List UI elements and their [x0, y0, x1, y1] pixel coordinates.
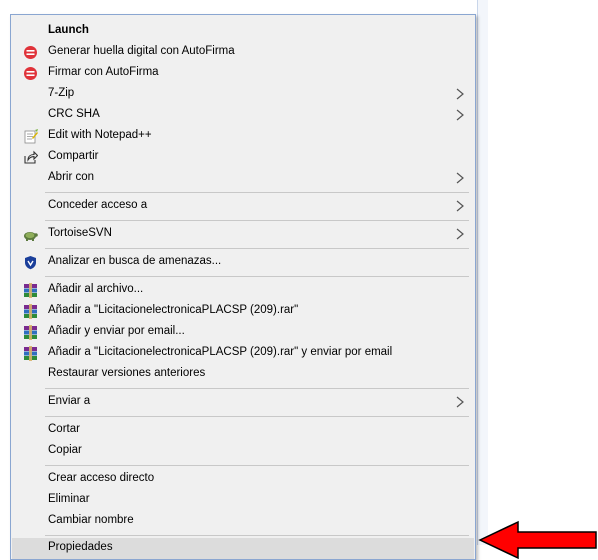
menu-separator — [45, 416, 469, 417]
autofirma-icon — [23, 66, 38, 81]
menu-item-anadir-rar[interactable]: Añadir a "LicitacionelectronicaPLACSP (2… — [12, 301, 474, 322]
menu-item-label: Añadir a "LicitacionelectronicaPLACSP (2… — [48, 346, 393, 358]
winrar-icon — [23, 283, 38, 298]
menu-separator — [45, 192, 469, 193]
menu-item-label: Edit with Notepad++ — [48, 129, 152, 141]
chevron-right-icon — [454, 108, 466, 122]
menu-item-compartir[interactable]: Compartir — [12, 147, 474, 168]
menu-item-label: 7-Zip — [48, 87, 75, 99]
menu-item-label: Abrir con — [48, 171, 95, 183]
menu-item-label: Enviar a — [48, 395, 91, 407]
menu-item-analizar-amenazas[interactable]: Analizar en busca de amenazas... — [12, 252, 474, 273]
menu-item-enviar-a[interactable]: Enviar a — [12, 392, 474, 413]
menu-item-anadir-rar-email[interactable]: Añadir a "LicitacionelectronicaPLACSP (2… — [12, 343, 474, 364]
menu-item-label: Firmar con AutoFirma — [48, 66, 159, 78]
notepad-plus-plus-icon — [23, 129, 38, 144]
menu-item-generar-huella[interactable]: Generar huella digital con AutoFirma — [12, 42, 474, 63]
menu-item-label: Añadir y enviar por email... — [48, 325, 185, 337]
defender-shield-icon — [23, 255, 38, 270]
menu-item-label: Launch — [48, 24, 89, 36]
menu-item-anadir-archivo[interactable]: Añadir al archivo... — [12, 280, 474, 301]
red-arrow-icon — [478, 520, 597, 560]
menu-item-label: Compartir — [48, 150, 99, 162]
menu-item-cortar[interactable]: Cortar — [12, 420, 474, 441]
menu-separator — [45, 535, 469, 536]
menu-item-cambiar-nombre[interactable]: Cambiar nombre — [12, 511, 474, 532]
menu-item-label: Crear acceso directo — [48, 472, 155, 484]
menu-item-label: Cambiar nombre — [48, 514, 134, 526]
menu-separator — [45, 276, 469, 277]
winrar-icon — [23, 304, 38, 319]
menu-separator — [45, 388, 469, 389]
chevron-right-icon — [454, 199, 466, 213]
menu-separator — [45, 465, 469, 466]
background-window-right — [477, 0, 488, 545]
menu-item-anadir-enviar-email[interactable]: Añadir y enviar por email... — [12, 322, 474, 343]
menu-item-firmar[interactable]: Firmar con AutoFirma — [12, 63, 474, 84]
menu-item-label: Copiar — [48, 444, 82, 456]
context-menu: Launch Generar huella digital con AutoFi… — [10, 14, 476, 560]
menu-item-conceder-acceso[interactable]: Conceder acceso a — [12, 196, 474, 217]
menu-item-crear-acceso-directo[interactable]: Crear acceso directo — [12, 469, 474, 490]
menu-item-label: Propiedades — [48, 541, 113, 553]
menu-item-label: Eliminar — [48, 493, 90, 505]
menu-item-label: Generar huella digital con AutoFirma — [48, 45, 235, 57]
menu-item-label: Restaurar versiones anteriores — [48, 367, 206, 379]
winrar-icon — [23, 346, 38, 361]
menu-item-launch[interactable]: Launch — [12, 21, 474, 42]
menu-separator — [45, 220, 469, 221]
menu-separator — [45, 248, 469, 249]
menu-item-label: Añadir al archivo... — [48, 283, 144, 295]
menu-item-edit-notepad[interactable]: Edit with Notepad++ — [12, 126, 474, 147]
chevron-right-icon — [454, 171, 466, 185]
menu-item-eliminar[interactable]: Eliminar — [12, 490, 474, 511]
menu-item-crc-sha[interactable]: CRC SHA — [12, 105, 474, 126]
menu-item-propiedades[interactable]: Propiedades — [12, 538, 474, 559]
chevron-right-icon — [454, 87, 466, 101]
menu-item-copiar[interactable]: Copiar — [12, 441, 474, 462]
autofirma-icon — [23, 45, 38, 60]
menu-item-restaurar-versiones[interactable]: Restaurar versiones anteriores — [12, 364, 474, 385]
chevron-right-icon — [454, 395, 466, 409]
chevron-right-icon — [454, 227, 466, 241]
background-window-left — [0, 0, 10, 560]
menu-item-label: TortoiseSVN — [48, 227, 112, 239]
menu-item-label: CRC SHA — [48, 108, 100, 120]
menu-item-7zip[interactable]: 7-Zip — [12, 84, 474, 105]
share-icon — [23, 150, 39, 165]
menu-item-label: Analizar en busca de amenazas... — [48, 255, 222, 267]
winrar-icon — [23, 325, 38, 340]
menu-item-tortoisesvn[interactable]: TortoiseSVN — [12, 224, 474, 245]
menu-item-label: Cortar — [48, 423, 80, 435]
menu-item-label: Conceder acceso a — [48, 199, 148, 211]
tortoisesvn-icon — [23, 227, 38, 242]
menu-item-label: Añadir a "LicitacionelectronicaPLACSP (2… — [48, 304, 299, 316]
menu-item-abrir-con[interactable]: Abrir con — [12, 168, 474, 189]
